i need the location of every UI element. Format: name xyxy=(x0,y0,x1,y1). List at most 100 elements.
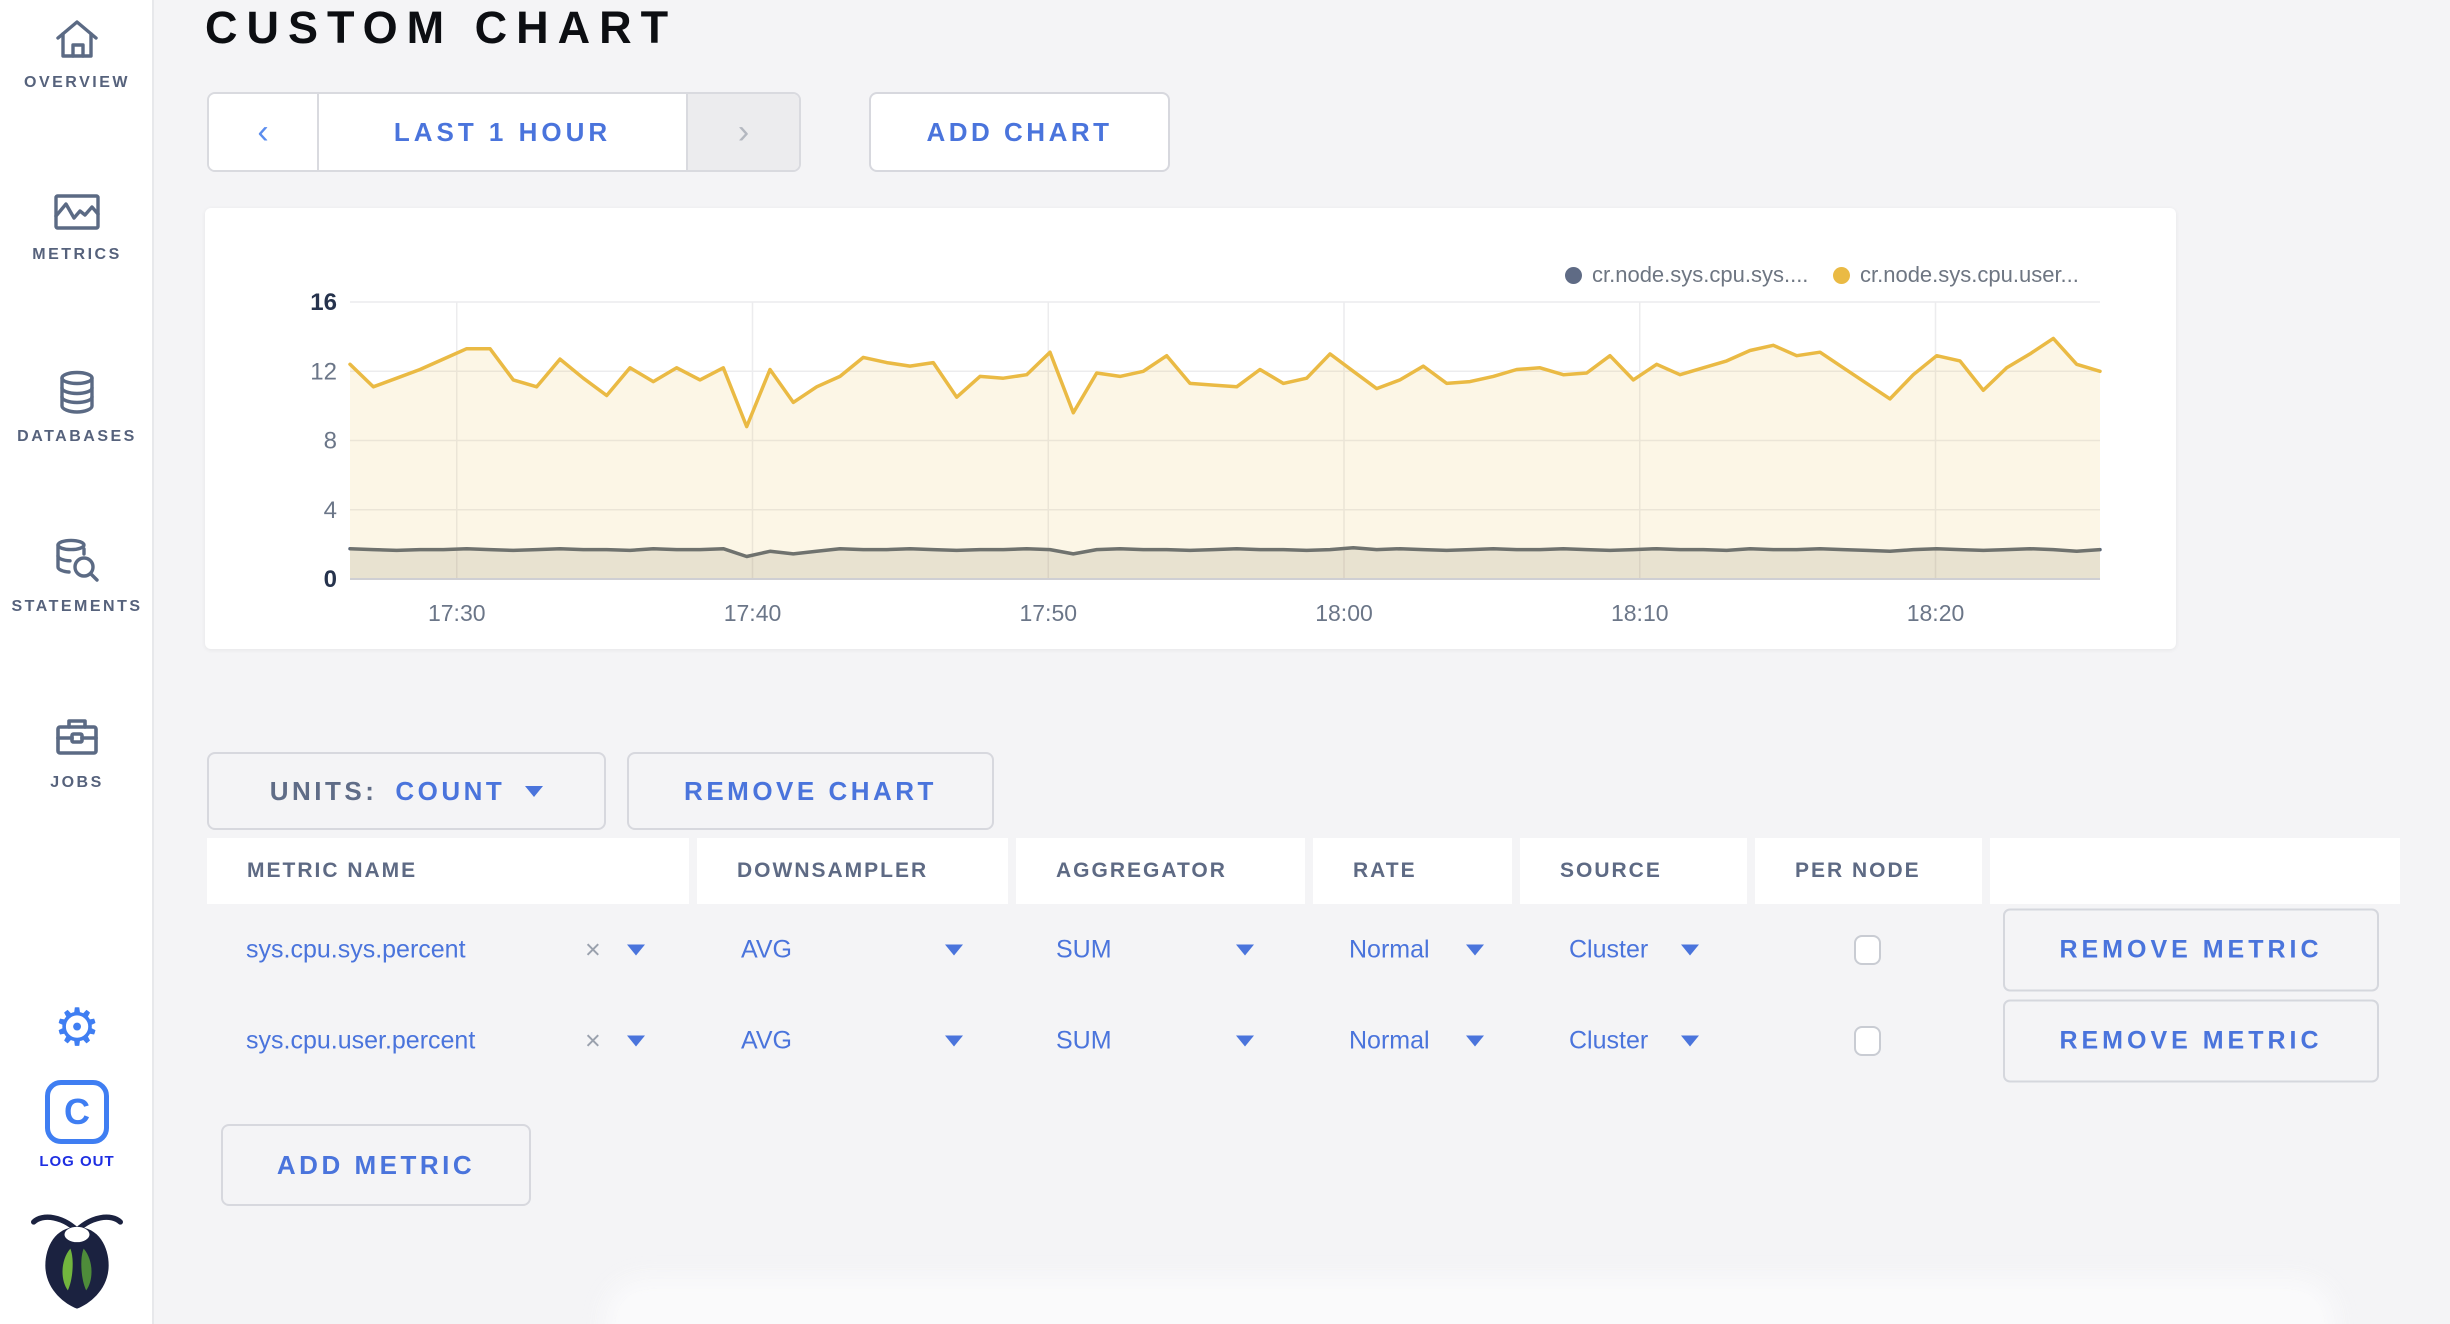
column-header-aggregator: AGGREGATOR xyxy=(1016,838,1305,904)
briefcase-icon xyxy=(0,712,154,764)
add-metric-button[interactable]: ADD METRIC xyxy=(221,1124,531,1206)
caret-down-icon[interactable] xyxy=(627,1035,645,1046)
aggregator-dropdown[interactable]: SUM xyxy=(1056,1026,1254,1055)
caret-down-icon xyxy=(1681,944,1699,955)
add-metric-label: ADD METRIC xyxy=(276,1149,476,1180)
sidebar-item-label: METRICS xyxy=(32,246,122,263)
time-range-dropdown[interactable]: LAST 1 HOUR xyxy=(319,94,686,170)
home-icon xyxy=(0,14,154,64)
page-title: CUSTOM CHART xyxy=(205,2,678,53)
caret-down-icon xyxy=(1466,944,1484,955)
source-dropdown[interactable]: Cluster xyxy=(1569,1026,1699,1055)
sidebar: OVERVIEW METRICS DATABASES STATEMENTS JO… xyxy=(0,0,154,1324)
caret-down-icon xyxy=(1236,1035,1254,1046)
caret-down-icon xyxy=(1681,1035,1699,1046)
column-header-per-node: PER NODE xyxy=(1755,838,1982,904)
add-chart-label: ADD CHART xyxy=(926,116,1113,147)
sidebar-item-label: DATABASES xyxy=(17,428,137,445)
caret-down-icon xyxy=(945,944,963,955)
downsampler-dropdown[interactable]: AVG xyxy=(741,935,963,964)
column-header-metric-name: METRIC NAME xyxy=(207,838,689,904)
downsampler-value: AVG xyxy=(741,935,792,963)
aggregator-dropdown[interactable]: SUM xyxy=(1056,935,1254,964)
svg-text:8: 8 xyxy=(324,428,337,455)
source-value: Cluster xyxy=(1569,1026,1649,1054)
column-header-actions xyxy=(1990,838,2400,904)
metric-name-value[interactable]: sys.cpu.user.percent xyxy=(246,1026,475,1055)
sidebar-item-metrics[interactable]: METRICS xyxy=(0,188,154,264)
legend-label-sys: cr.node.sys.cpu.sys.... xyxy=(1592,262,1809,287)
statements-search-database-icon xyxy=(0,536,154,588)
legend-dot-sys xyxy=(1565,266,1582,284)
legend-label-user: cr.node.sys.cpu.user... xyxy=(1860,262,2079,287)
column-header-source: SOURCE xyxy=(1520,838,1747,904)
downsampler-dropdown[interactable]: AVG xyxy=(741,1026,963,1055)
time-prev-button[interactable]: ‹ xyxy=(209,94,319,170)
sidebar-logout[interactable]: C LOG OUT xyxy=(0,1080,154,1170)
svg-text:12: 12 xyxy=(310,358,337,385)
caret-down-icon xyxy=(945,1035,963,1046)
rate-value: Normal xyxy=(1349,935,1430,963)
custom-chart-page: OVERVIEW METRICS DATABASES STATEMENTS JO… xyxy=(0,0,2450,1324)
remove-metric-label: REMOVE METRIC xyxy=(2059,935,2323,963)
caret-down-icon xyxy=(1236,944,1254,955)
per-node-checkbox[interactable] xyxy=(1854,934,1881,965)
cockroach-bug-logo xyxy=(0,1212,154,1312)
next-card-edge xyxy=(620,1294,2320,1324)
svg-text:18:20: 18:20 xyxy=(1907,600,1965,626)
aggregator-value: SUM xyxy=(1056,1026,1112,1054)
remove-chart-label: REMOVE CHART xyxy=(684,775,937,806)
rate-dropdown[interactable]: Normal xyxy=(1349,935,1484,964)
svg-text:4: 4 xyxy=(324,497,337,524)
column-header-downsampler: DOWNSAMPLER xyxy=(697,838,1008,904)
downsampler-value: AVG xyxy=(741,1026,792,1054)
metrics-chart-icon xyxy=(0,188,154,236)
chart-card: 0 4 8 12 16 17:30 17:40 17:50 18:00 18:10 18:20 cr… xyxy=(205,208,2176,649)
svg-text:17:30: 17:30 xyxy=(428,600,486,626)
remove-metric-button[interactable]: REMOVE METRIC xyxy=(2003,999,2379,1082)
svg-text:17:40: 17:40 xyxy=(724,600,782,626)
svg-text:16: 16 xyxy=(310,289,337,316)
table-row: sys.cpu.user.percent × AVG SUM Normal Cl… xyxy=(0,995,2450,1086)
remove-metric-label: REMOVE METRIC xyxy=(2059,1026,2323,1054)
legend-entry-user[interactable]: cr.node.sys.cpu.user... xyxy=(1833,262,2079,288)
add-chart-button[interactable]: ADD CHART xyxy=(869,92,1170,172)
legend-entry-sys[interactable]: cr.node.sys.cpu.sys.... xyxy=(1565,262,1808,288)
sidebar-item-label: STATEMENTS xyxy=(11,598,143,615)
database-icon xyxy=(0,368,154,418)
sidebar-item-jobs[interactable]: JOBS xyxy=(0,712,154,792)
chevron-right-icon: › xyxy=(737,112,750,151)
logout-label: LOG OUT xyxy=(39,1153,115,1170)
clear-metric-icon[interactable]: × xyxy=(585,1025,601,1056)
units-value: COUNT xyxy=(395,775,506,806)
svg-text:18:10: 18:10 xyxy=(1611,600,1669,626)
sidebar-item-label: JOBS xyxy=(50,774,104,791)
metric-name-value[interactable]: sys.cpu.sys.percent xyxy=(246,935,466,964)
source-dropdown[interactable]: Cluster xyxy=(1569,935,1699,964)
table-row: sys.cpu.sys.percent × AVG SUM Normal Clu… xyxy=(0,904,2450,995)
time-next-button-disabled[interactable]: › xyxy=(686,94,799,170)
aggregator-value: SUM xyxy=(1056,935,1112,963)
remove-metric-button[interactable]: REMOVE METRIC xyxy=(2003,908,2379,991)
source-value: Cluster xyxy=(1569,935,1649,963)
caret-down-icon xyxy=(1466,1035,1484,1046)
column-header-rate: RATE xyxy=(1313,838,1512,904)
clear-metric-icon[interactable]: × xyxy=(585,934,601,965)
rate-dropdown[interactable]: Normal xyxy=(1349,1026,1484,1055)
cockroach-c-logo-icon: C xyxy=(45,1080,109,1144)
svg-text:18:00: 18:00 xyxy=(1315,600,1373,626)
legend-dot-user xyxy=(1833,266,1850,284)
time-range-label: LAST 1 HOUR xyxy=(393,116,612,147)
per-node-checkbox[interactable] xyxy=(1854,1025,1881,1056)
sidebar-item-statements[interactable]: STATEMENTS xyxy=(0,536,154,616)
units-dropdown[interactable]: UNITS: COUNT xyxy=(207,752,606,830)
chevron-left-icon: ‹ xyxy=(257,112,269,151)
sidebar-item-overview[interactable]: OVERVIEW xyxy=(0,14,154,92)
sidebar-item-databases[interactable]: DATABASES xyxy=(0,368,154,446)
time-range-selector: ‹ LAST 1 HOUR › xyxy=(207,92,801,172)
units-label: UNITS: xyxy=(269,775,378,806)
caret-down-icon[interactable] xyxy=(627,944,645,955)
svg-text:17:50: 17:50 xyxy=(1019,600,1077,626)
remove-chart-button[interactable]: REMOVE CHART xyxy=(627,752,994,830)
rate-value: Normal xyxy=(1349,1026,1430,1054)
